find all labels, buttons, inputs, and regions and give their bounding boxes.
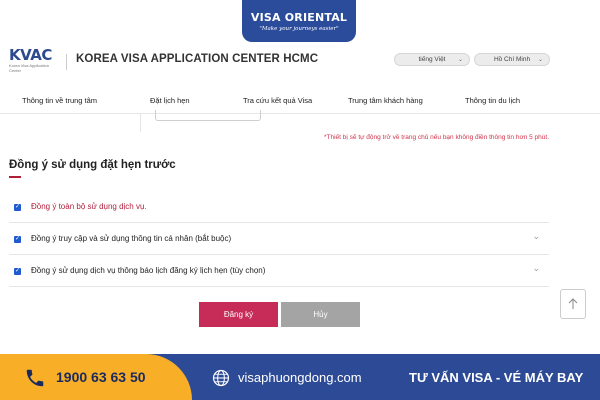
center-title: KOREA VISA APPLICATION CENTER HCMC xyxy=(76,53,319,65)
hotline-number[interactable]: 1900 63 63 50 xyxy=(56,369,146,385)
chevron-down-icon[interactable]: ⌄ xyxy=(532,263,540,274)
consent-label-notification: Đồng ý sử dụng dịch vụ thông báo lịch đă… xyxy=(31,266,266,275)
logo-divider xyxy=(66,54,67,70)
footer-banner: 1900 63 63 50 visaphuongdong.com TƯ VẤN … xyxy=(0,354,600,400)
nav-item-customer-center[interactable]: Trung tâm khách hàng xyxy=(348,96,423,105)
cancel-button[interactable]: Hủy xyxy=(281,302,360,327)
scroll-to-top-button[interactable] xyxy=(560,289,586,319)
consent-row-personal-info[interactable]: ✓ Đồng ý truy cập và sử dụng thông tin c… xyxy=(9,223,549,255)
previous-input-field[interactable] xyxy=(155,110,261,121)
nav-item-travel-info[interactable]: Thông tin du lịch xyxy=(465,96,520,105)
divider xyxy=(140,114,141,132)
chevron-down-icon: ⌄ xyxy=(457,57,463,63)
nav-item-booking[interactable]: Đặt lịch hẹn xyxy=(150,96,190,105)
site-header: KVAC Korea Visa Application Center KOREA… xyxy=(0,42,600,82)
kvac-logo[interactable]: KVAC Korea Visa Application Center xyxy=(9,48,59,78)
phone-icon xyxy=(26,369,44,387)
nav-item-visa-result[interactable]: Tra cứu kết quả Visa xyxy=(243,96,312,105)
nav-item-center-info[interactable]: Thông tin về trung tâm xyxy=(22,96,97,105)
brand-name: VISA ORIENTAL xyxy=(250,10,348,24)
consent-row-all[interactable]: ✓ Đồng ý toàn bộ sử dụng dịch vụ. xyxy=(9,191,549,223)
logo-text-main: KVAC xyxy=(9,46,52,64)
section-title-underline xyxy=(9,176,21,178)
language-select[interactable]: tiếng Việt ⌄ xyxy=(394,53,470,66)
brand-tagline: "Make your journeys easier" xyxy=(259,25,339,32)
website-link[interactable]: visaphuongdong.com xyxy=(238,370,362,385)
globe-icon xyxy=(212,369,230,387)
consent-section-title: Đồng ý sử dụng đặt hẹn trước xyxy=(9,159,176,171)
register-button[interactable]: Đăng ký xyxy=(199,302,278,327)
chevron-down-icon: ⌄ xyxy=(537,57,543,63)
checkbox-checked-icon[interactable]: ✓ xyxy=(14,268,21,275)
consent-row-notification[interactable]: ✓ Đồng ý sử dụng dịch vụ thông báo lịch … xyxy=(9,255,549,287)
city-value: Hồ Chí Minh xyxy=(493,56,531,63)
checkbox-checked-icon[interactable]: ✓ xyxy=(14,236,21,243)
consent-label-all: Đồng ý toàn bộ sử dụng dịch vụ. xyxy=(31,202,147,211)
city-select[interactable]: Hồ Chí Minh ⌄ xyxy=(474,53,550,66)
logo-text: KVAC xyxy=(9,48,59,63)
main-nav: Thông tin về trung tâm Đặt lịch hẹn Tra … xyxy=(0,86,600,114)
timeout-notice: *Thiết bị sẽ tự động trở về trang chủ nế… xyxy=(324,134,549,141)
consent-label-personal-info: Đồng ý truy cập và sử dụng thông tin cá … xyxy=(31,234,232,243)
language-value: tiếng Việt xyxy=(418,56,446,63)
visa-oriental-banner[interactable]: VISA ORIENTAL "Make your journeys easier… xyxy=(242,0,356,42)
logo-subtext: Korea Visa Application Center xyxy=(9,63,49,73)
arrow-up-icon xyxy=(568,298,578,309)
checkbox-checked-icon[interactable]: ✓ xyxy=(14,204,21,211)
footer-tagline: TƯ VẤN VISA - VÉ MÁY BAY xyxy=(409,370,584,385)
chevron-down-icon[interactable]: ⌄ xyxy=(532,231,540,242)
